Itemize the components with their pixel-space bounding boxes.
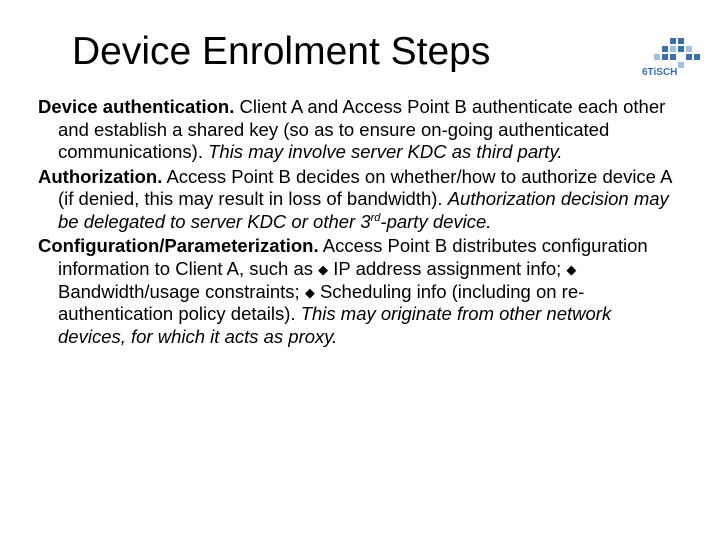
bullet-icon: ◆: [305, 285, 315, 300]
logo-6tisch: 6TiSCH: [630, 36, 710, 78]
svg-text:6TiSCH: 6TiSCH: [642, 67, 677, 78]
bullet-icon: ◆: [318, 262, 328, 277]
section-head: Configuration/Parameterization.: [38, 235, 319, 256]
section-auth: Device authentication. Client A and Acce…: [38, 96, 682, 164]
section-note: This may involve server KDC as third par…: [208, 141, 562, 162]
bullet-text: IP address assignment info;: [328, 258, 566, 279]
bullet-icon: ◆: [566, 262, 576, 277]
slide-body: Device authentication. Client A and Acce…: [38, 96, 682, 348]
section-authorization: Authorization. Access Point B decides on…: [38, 166, 682, 234]
section-head: Device authentication.: [38, 96, 234, 117]
bullet-text: Bandwidth/usage constraints;: [58, 281, 305, 302]
section-head: Authorization.: [38, 166, 162, 187]
section-config: Configuration/Parameterization. Access P…: [38, 235, 682, 348]
slide-title: Device Enrolment Steps: [72, 30, 720, 74]
